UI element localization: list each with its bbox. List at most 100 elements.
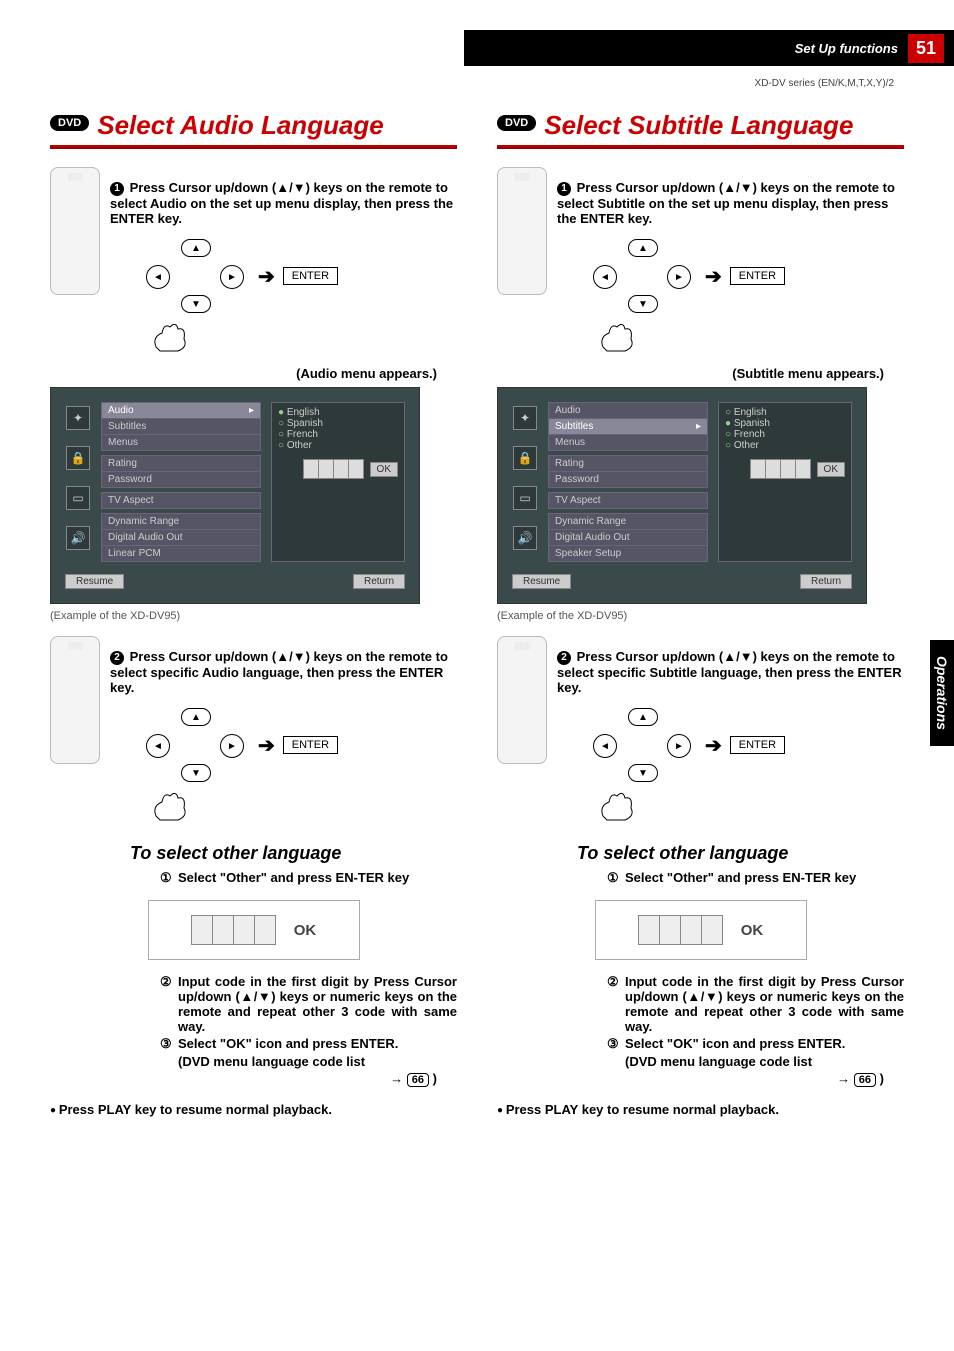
footer-note: Press PLAY key to resume normal playback… (497, 1102, 904, 1117)
lang-option: French (725, 429, 845, 440)
dpad-up-icon: ▲ (181, 239, 211, 257)
subtitle-menu-appears: (Subtitle menu appears.) (497, 366, 884, 381)
remote-illustration: ░░░ (50, 636, 100, 764)
dpad-right-icon: ► (667, 265, 691, 289)
ok-button: OK (370, 462, 398, 477)
codelist-text: (DVD menu language code list (625, 1054, 812, 1069)
other-language-title: To select other language (577, 843, 904, 864)
resume-button: Resume (512, 574, 571, 589)
left-column: DVD Select Audio Language ░░░ 1 Press Cu… (50, 110, 457, 1117)
enter-key-label: ENTER (283, 736, 338, 754)
example-caption: (Example of the XD-DV95) (497, 610, 904, 622)
other-step2: Input code in the first digit by Press C… (178, 974, 457, 1034)
menu-item: Subtitles (102, 419, 260, 435)
hand-press-icon (150, 317, 190, 353)
hand-press-icon (150, 786, 190, 822)
lang-option: French (278, 429, 398, 440)
other-language-title: To select other language (130, 843, 457, 864)
other-step1: Select "Other" and press EN-TER key (178, 870, 409, 886)
ok-label: OK (294, 922, 317, 939)
arrow-right-icon: ➔ (705, 733, 722, 758)
menu-category-icon: 🔊 (66, 526, 90, 550)
dpad-illustration: ▲ ▼ ◄ ► (587, 239, 697, 313)
dpad-down-icon: ▼ (181, 295, 211, 313)
menu-item: Rating (102, 456, 260, 472)
other-step2: Input code in the first digit by Press C… (625, 974, 904, 1034)
dpad-left-icon: ◄ (593, 734, 617, 758)
other-step1: Select "Other" and press EN-TER key (625, 870, 856, 886)
hand-press-icon (597, 786, 637, 822)
menu-screenshot-subtitle: ✦ 🔒 ▭ 🔊 Audio Subtitles Menus Rating (497, 387, 867, 604)
step1-text: 1 Press Cursor up/down (▲/▼) keys on the… (557, 180, 904, 226)
ok-button: OK (817, 462, 845, 477)
remote-illustration: ░░░ (497, 167, 547, 295)
menu-item: Password (102, 472, 260, 487)
list-num-1: ① (160, 870, 174, 886)
footer-note: Press PLAY key to resume normal playback… (50, 1102, 457, 1117)
menu-item: Speaker Setup (549, 546, 707, 561)
menu-category-icon: ✦ (66, 406, 90, 430)
dpad-up-icon: ▲ (628, 239, 658, 257)
dpad-illustration: ▲ ▼ ◄ ► (587, 708, 697, 782)
menu-item: Audio (102, 403, 260, 419)
step1-text: 1 Press Cursor up/down (▲/▼) keys on the… (110, 180, 457, 226)
step1-content: Press Cursor up/down (▲/▼) keys on the r… (557, 180, 895, 226)
lang-option: English (725, 407, 845, 418)
dpad-right-icon: ► (220, 734, 244, 758)
step-num-2: 2 (110, 651, 124, 665)
dpad-illustration: ▲ ▼ ◄ ► (140, 239, 250, 313)
step2-content: Press Cursor up/down (▲/▼) keys on the r… (110, 649, 448, 695)
menu-item: Password (549, 472, 707, 487)
list-num-2: ② (160, 974, 174, 1034)
code-entry-box (750, 459, 811, 479)
remote-illustration: ░░░ (50, 167, 100, 295)
list-num-2: ② (607, 974, 621, 1034)
return-button: Return (800, 574, 852, 589)
enter-key-label: ENTER (283, 267, 338, 285)
ok-label: OK (741, 922, 764, 939)
menu-item: Audio (549, 403, 707, 419)
lang-option: Other (278, 440, 398, 451)
ok-code-illustration: OK (595, 900, 807, 960)
page-ref: → 66 ) (497, 1071, 884, 1086)
resume-button: Resume (65, 574, 124, 589)
menu-category-icon: ✦ (513, 406, 537, 430)
menu-category-icon: ▭ (513, 486, 537, 510)
series-line: XD-DV series (EN/K,M,T,X,Y)/2 (755, 78, 894, 89)
menu-category-icon: 🔊 (513, 526, 537, 550)
arrow-right-icon: ➔ (258, 264, 275, 289)
enter-key-label: ENTER (730, 736, 785, 754)
dvd-badge: DVD (497, 115, 536, 131)
header-bar: Set Up functions 51 (464, 30, 954, 66)
right-column: DVD Select Subtitle Language ░░░ 1 Press… (497, 110, 904, 1117)
list-num-3: ③ (160, 1036, 174, 1052)
enter-key-label: ENTER (730, 267, 785, 285)
list-num-3: ③ (607, 1036, 621, 1052)
list-num-1: ① (607, 870, 621, 886)
menu-category-icon: ▭ (66, 486, 90, 510)
page-number: 51 (908, 34, 944, 63)
step2-text: 2 Press Cursor up/down (▲/▼) keys on the… (557, 649, 904, 695)
lang-option: Spanish (278, 418, 398, 429)
page-ref: → 66 ) (50, 1071, 437, 1086)
header-section: Set Up functions (795, 41, 898, 56)
menu-screenshot-audio: ✦ 🔒 ▭ 🔊 Audio Subtitles Menus Rating (50, 387, 420, 604)
step2-text: 2 Press Cursor up/down (▲/▼) keys on the… (110, 649, 457, 695)
menu-item: Digital Audio Out (549, 530, 707, 546)
menu-item: Rating (549, 456, 707, 472)
dpad-down-icon: ▼ (628, 764, 658, 782)
audio-menu-appears: (Audio menu appears.) (50, 366, 437, 381)
dpad-up-icon: ▲ (181, 708, 211, 726)
step1-content: Press Cursor up/down (▲/▼) keys on the r… (110, 180, 453, 226)
step-num-1: 1 (110, 182, 124, 196)
dpad-left-icon: ◄ (146, 734, 170, 758)
lang-option: Spanish (725, 418, 845, 429)
dvd-badge: DVD (50, 115, 89, 131)
return-button: Return (353, 574, 405, 589)
code-entry-box (303, 459, 364, 479)
step-num-1: 1 (557, 182, 571, 196)
lang-option: English (278, 407, 398, 418)
ok-code-illustration: OK (148, 900, 360, 960)
other-step3: Select "OK" icon and press ENTER. (178, 1036, 398, 1052)
dpad-left-icon: ◄ (146, 265, 170, 289)
